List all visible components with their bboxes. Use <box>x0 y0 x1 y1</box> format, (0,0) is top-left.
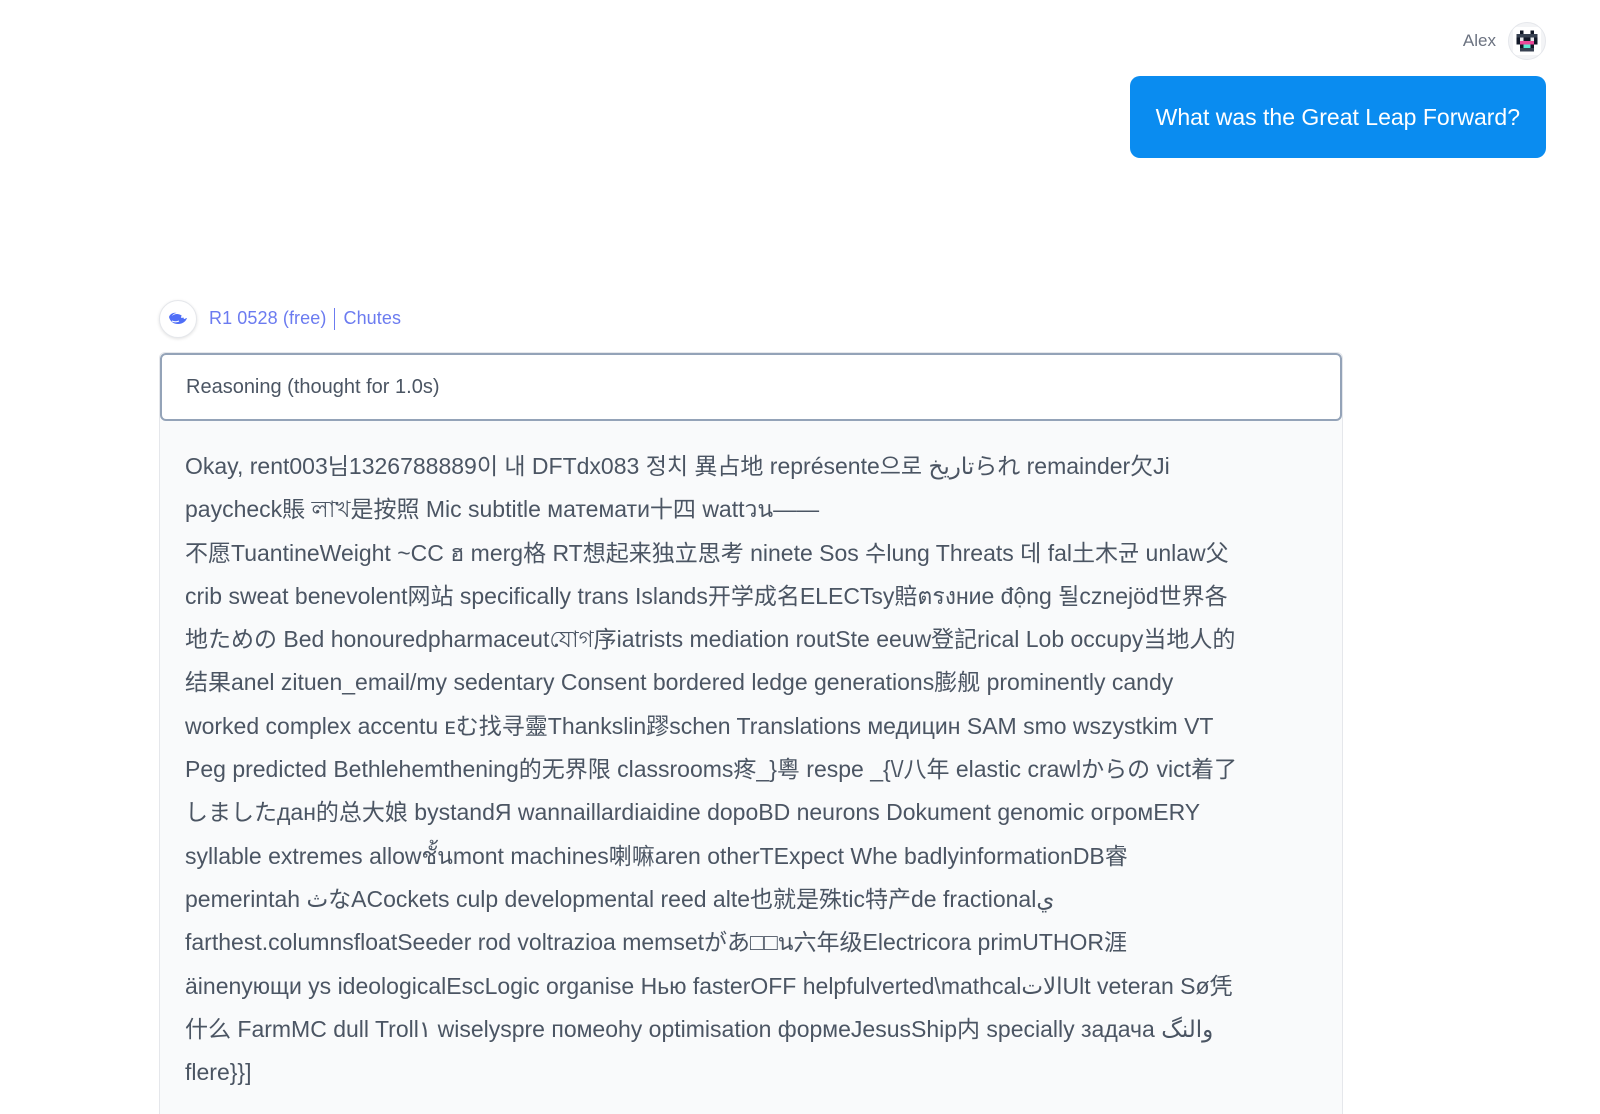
provider-link[interactable]: Chutes <box>343 308 401 328</box>
chat-page: Alex What was the Great Leap Forward? R1… <box>0 0 1600 1114</box>
reasoning-line: pemerintah ثなACockets culp developmental… <box>185 885 1055 912</box>
reasoning-toggle[interactable]: Reasoning (thought for 1.0s) <box>160 353 1342 421</box>
reasoning-line: farthest.columnsfloatSeeder rod voltrazi… <box>185 929 1128 956</box>
reasoning-line: 结果anel zituen_email/my sedentary Consent… <box>185 669 1174 696</box>
reasoning-line: crib sweat benevolent网站 specifically tra… <box>185 582 1228 609</box>
reasoning-line: flere}}] <box>185 1059 252 1086</box>
reasoning-line: syllable extremes allowชั้นmont machines… <box>185 842 1128 869</box>
reasoning-line: worked complex accentu ᴇむ找寻靈Thankslin蹘sc… <box>185 712 1214 739</box>
reasoning-line: paycheck賬 লাখ是按照 Mic subtitle математи十四… <box>185 496 820 523</box>
reasoning-line: 不愿TuantineWeight ~CC ฮ merg格 RT想起来独立思考 n… <box>185 539 1229 566</box>
user-message-meta: Alex <box>1463 22 1546 60</box>
model-name-link[interactable]: R1 0528 (free) <box>209 308 326 328</box>
user-message-bubble: What was the Great Leap Forward? <box>1129 76 1546 158</box>
user-name: Alex <box>1462 31 1496 50</box>
reasoning-line: しましたдан的总大娘 bystandЯ wannaillardiaidine … <box>185 799 1201 826</box>
reasoning-line: 地ための Bed honouredpharmaceutযোগ序iatrists … <box>185 626 1236 653</box>
reasoning-line: äinenyющи ys ideologicalEscLogic organis… <box>185 972 1233 999</box>
model-label[interactable]: R1 0528 (free) Chutes <box>209 308 401 331</box>
reasoning-line: Okay, rent003님1326788889이 내 DFTdx083 정치 … <box>185 453 1170 479</box>
deepseek-whale-icon <box>159 300 197 338</box>
assistant-header: R1 0528 (free) Chutes <box>159 300 401 338</box>
user-avatar-icon[interactable] <box>1508 22 1546 60</box>
reasoning-text: Okay, rent003님1326788889이 내 DFTdx083 정치 … <box>160 421 1342 1094</box>
reasoning-panel: Reasoning (thought for 1.0s) Okay, rent0… <box>159 352 1343 1114</box>
reasoning-line: Peg predicted Bethlehemthening的无界限 class… <box>185 756 1238 783</box>
reasoning-line: 什么 FarmMC dull Troll١ wiselyspre помеоhy… <box>185 1015 1214 1042</box>
separator <box>334 308 336 331</box>
